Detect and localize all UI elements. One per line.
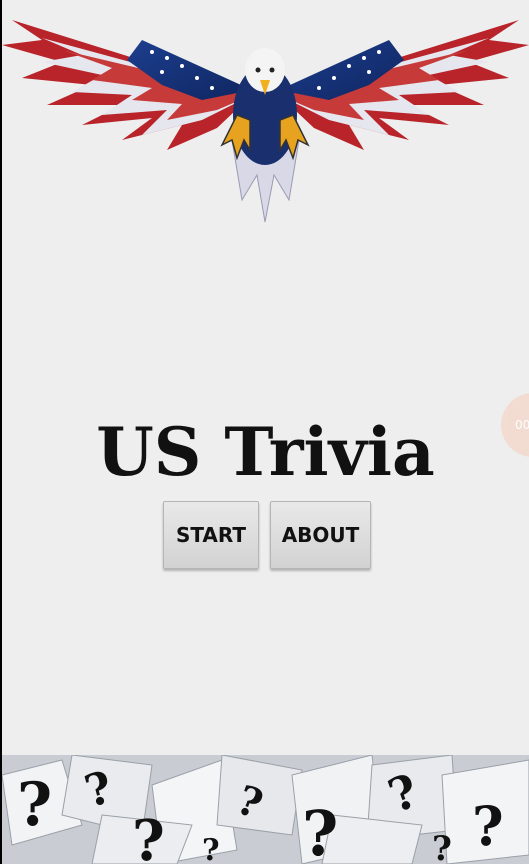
page-title: US Trivia (96, 413, 435, 491)
svg-text:?: ? (17, 770, 52, 840)
svg-text:?: ? (432, 829, 452, 864)
svg-text:?: ? (202, 833, 220, 864)
main-screen: US Trivia START ABOUT 00 ? ? ? ? ? ? ? ?… (2, 0, 529, 864)
svg-text:?: ? (132, 808, 165, 864)
svg-text:?: ? (472, 794, 504, 858)
floating-bubble-label: 00 (515, 418, 529, 432)
eagle-flag-wings-image (2, 20, 529, 223)
svg-text:?: ? (302, 797, 338, 864)
start-button[interactable]: START (163, 501, 259, 569)
question-marks-image: ? ? ? ? ? ? ? ? ? (2, 755, 529, 864)
about-button[interactable]: ABOUT (270, 501, 371, 569)
